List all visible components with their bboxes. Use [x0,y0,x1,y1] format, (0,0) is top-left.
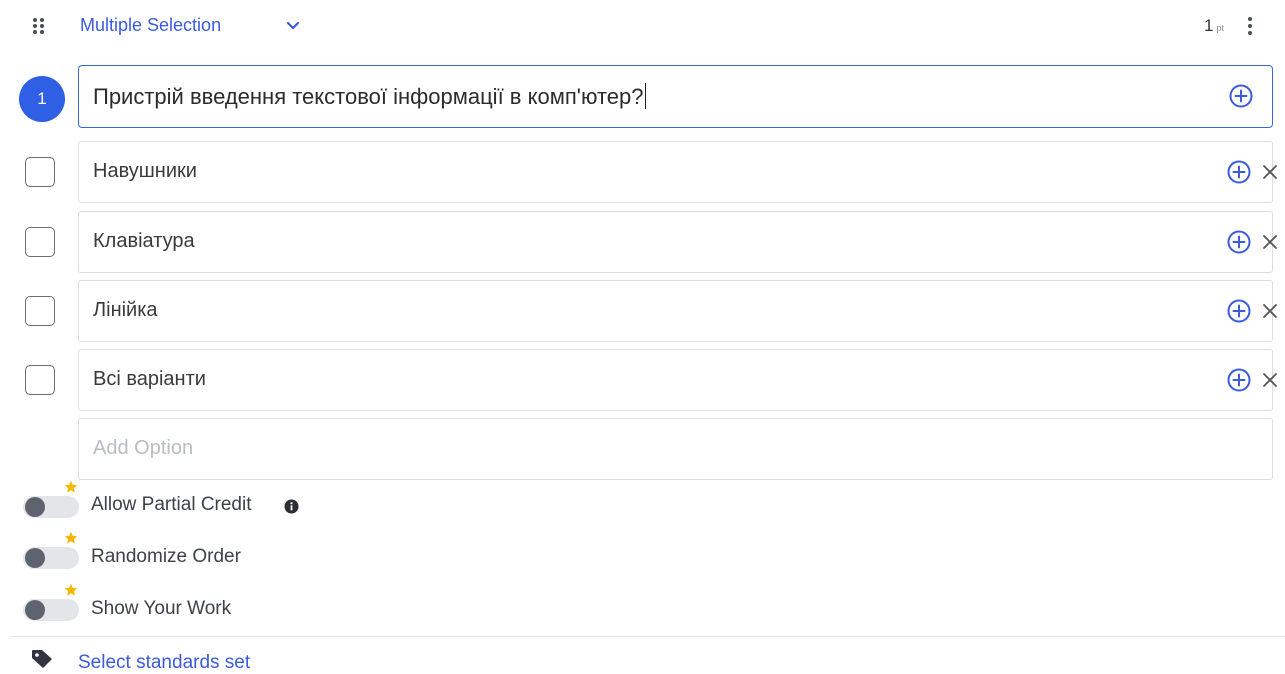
question-text-value: Пристрій введення текстової інформації в… [93,84,644,109]
question-header: Multiple Selection 1 pt [0,0,1285,54]
add-option-input[interactable]: Add Option [78,418,1273,480]
premium-star-icon [64,583,78,596]
points-number: 1 [1204,16,1214,35]
premium-star-icon [64,531,78,544]
add-media-icon[interactable] [1226,367,1252,393]
text-caret [644,83,646,109]
add-media-icon[interactable] [1226,298,1252,324]
toggle-knob [25,497,45,517]
close-icon[interactable] [1262,164,1278,180]
tag-icon [32,650,52,668]
drag-handle-icon[interactable] [31,17,47,35]
info-icon[interactable] [284,499,299,514]
question-text: Пристрій введення текстової інформації в… [93,83,646,110]
option-label: Клавіатура [93,230,195,252]
option-label: Всі варіанти [93,368,206,390]
question-number-badge: 1 [19,76,65,122]
option-checkbox[interactable] [25,157,55,187]
more-options-icon[interactable] [1244,16,1256,36]
add-media-icon[interactable] [1226,159,1252,185]
partial-credit-toggle[interactable] [23,496,79,518]
close-icon[interactable] [1262,234,1278,250]
question-editor: Multiple Selection 1 pt 1 Пристрій введен… [0,0,1285,674]
add-media-icon[interactable] [1228,83,1254,109]
option-checkbox[interactable] [25,296,55,326]
option-checkbox[interactable] [25,365,55,395]
randomize-order-label: Randomize Order [91,546,241,567]
question-type-dropdown[interactable]: Multiple Selection [80,15,221,36]
close-icon[interactable] [1262,372,1278,388]
option-label: Лінійка [93,299,158,321]
points-unit: pt [1216,23,1224,33]
toggle-knob [25,600,45,620]
option-input[interactable]: Всі варіанти [78,349,1273,411]
select-standards-link[interactable]: Select standards set [78,652,250,674]
partial-credit-label: Allow Partial Credit [91,494,252,515]
toggle-knob [25,548,45,568]
points-value[interactable]: 1 pt [1204,16,1224,36]
question-text-input[interactable]: Пристрій введення текстової інформації в… [78,65,1273,128]
show-your-work-label: Show Your Work [91,598,232,619]
option-input[interactable]: Клавіатура [78,211,1273,273]
chevron-down-icon[interactable] [285,19,301,33]
randomize-order-toggle[interactable] [23,547,79,569]
add-option-placeholder: Add Option [93,437,194,459]
add-media-icon[interactable] [1226,229,1252,255]
close-icon[interactable] [1262,303,1278,319]
option-checkbox[interactable] [25,227,55,257]
option-input[interactable]: Навушники [78,141,1273,203]
show-your-work-toggle[interactable] [23,599,79,621]
premium-star-icon [64,480,78,493]
divider [10,636,1285,637]
option-label: Навушники [93,160,197,182]
option-input[interactable]: Лінійка [78,280,1273,342]
